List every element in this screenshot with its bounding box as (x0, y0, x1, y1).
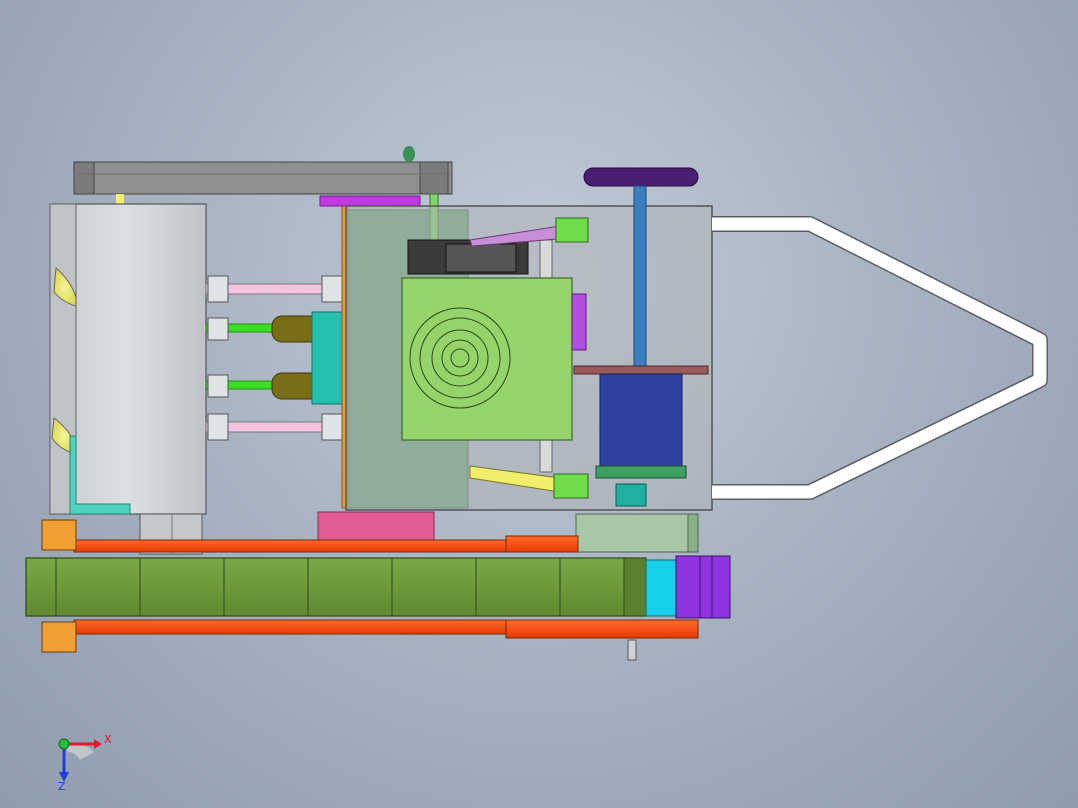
tube-frame[interactable] (712, 216, 1048, 500)
top-beam[interactable] (73, 146, 453, 204)
conveyor-belt[interactable] (25, 555, 731, 619)
cad-viewport[interactable]: X Z (0, 0, 1078, 808)
left-hopper[interactable] (49, 203, 207, 555)
triad-z-label: Z (58, 780, 66, 793)
triad-x-label: X (104, 733, 112, 746)
coordinate-triad-icon: X Z (58, 733, 112, 793)
hydraulic-cylinders[interactable] (205, 311, 347, 405)
side-box[interactable] (575, 513, 699, 553)
